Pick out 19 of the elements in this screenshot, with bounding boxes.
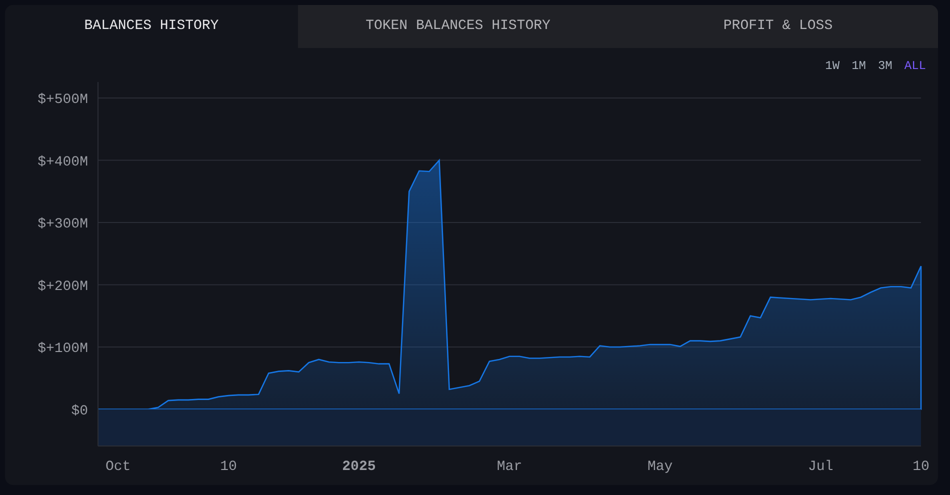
tab[interactable]: TOKEN BALANCES HISTORY xyxy=(298,5,618,48)
x-tick-label: May xyxy=(647,459,673,475)
y-tick-label: $+300M xyxy=(38,216,88,233)
tab[interactable]: PROFIT & LOSS xyxy=(618,5,938,48)
x-tick-label: Mar xyxy=(496,459,522,475)
range-button[interactable]: ALL xyxy=(904,58,926,74)
range-button[interactable]: 3M xyxy=(878,58,892,74)
x-tick-label: 10 xyxy=(912,459,930,475)
y-tick-label: $+200M xyxy=(38,278,88,295)
y-tick-label: $+500M xyxy=(38,92,88,108)
y-tick-label: $+400M xyxy=(38,154,88,170)
x-tick-label: Jul xyxy=(808,459,834,475)
range-button[interactable]: 1W xyxy=(825,58,840,74)
y-tick-label: $0 xyxy=(71,403,88,420)
range-button[interactable]: 1M xyxy=(852,58,866,74)
x-tick-label: 10 xyxy=(220,459,237,475)
x-tick-label: 2025 xyxy=(342,459,376,475)
y-tick-label: $+100M xyxy=(38,341,88,358)
x-tick-label: Oct xyxy=(105,459,131,475)
